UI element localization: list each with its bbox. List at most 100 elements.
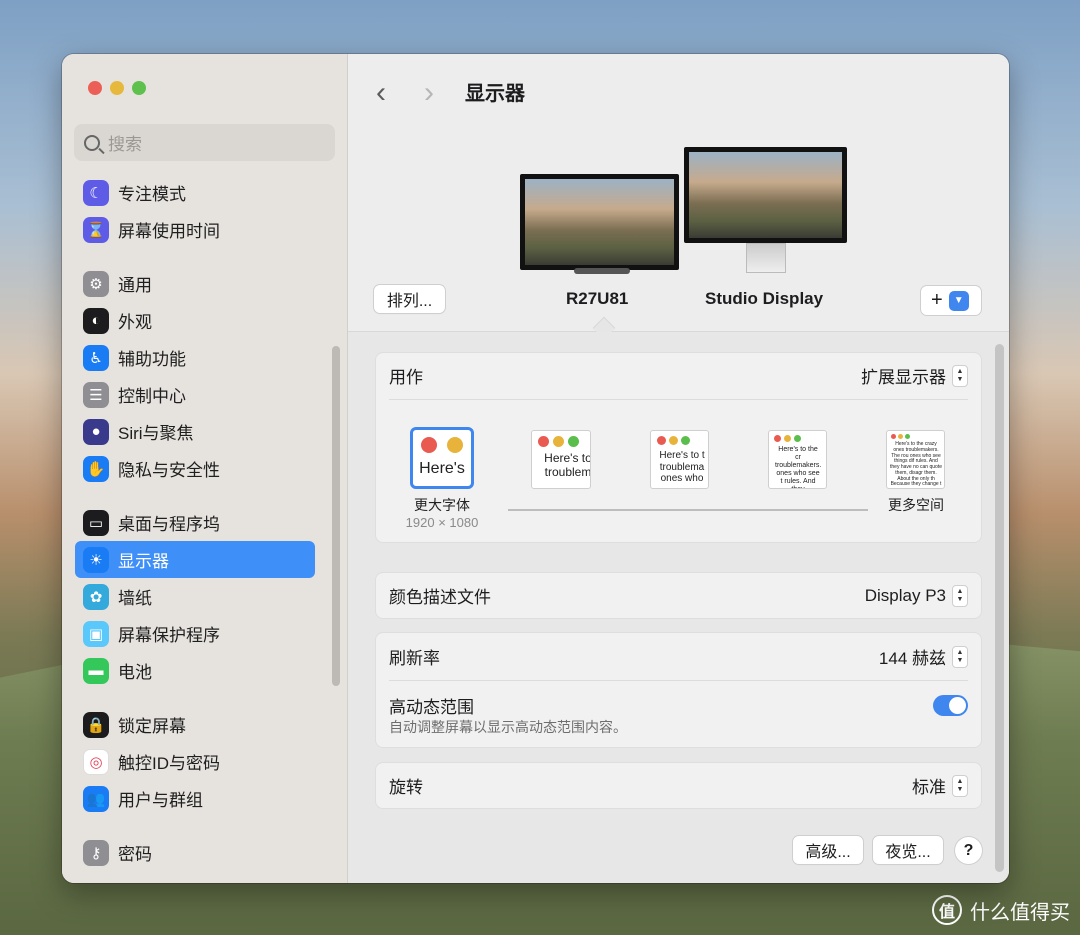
sidebar-item[interactable]: ♿ 辅助功能 — [75, 339, 315, 376]
search-placeholder: 搜索 — [108, 135, 142, 154]
sidebar-item-label: 密码 — [118, 845, 152, 864]
resolution-slider-track[interactable] — [508, 509, 868, 511]
resolution-option-2[interactable]: Here's to troublem — [531, 430, 591, 489]
sidebar-item-label: Siri与聚焦 — [118, 424, 194, 443]
chevron-down-icon[interactable]: ▼ — [948, 290, 969, 311]
sidebar-item-label: 辅助功能 — [118, 350, 186, 369]
resolution-preview-text: Here's to the crazy ones troublemakers. … — [890, 441, 942, 488]
traffic-lights — [88, 81, 146, 95]
sidebar-item[interactable]: ▬ 电池 — [75, 652, 315, 689]
use-as-value: 扩展显示器 — [861, 368, 946, 387]
settings-content: 用作 扩展显示器 ▲ ▼ Here's 更大字体 1920 × 1080 Her… — [348, 332, 1009, 883]
hdr-label: 高动态范围 — [389, 697, 474, 717]
sidebar-item-label: 显示器 — [118, 552, 169, 571]
up-down-chevron-icon: ▲ ▼ — [952, 584, 968, 607]
sidebar-item[interactable]: ⚙ 通用 — [75, 265, 315, 302]
sidebar-item-label: 专注模式 — [118, 185, 186, 204]
resolution-preview-text: Here's — [419, 460, 465, 477]
sidebar-scrollbar[interactable] — [332, 346, 340, 686]
monitor-label-r27u81: R27U81 — [566, 289, 629, 308]
flower-icon: ✿ — [83, 583, 109, 610]
sidebar-item-label: 屏幕使用时间 — [118, 222, 220, 241]
sidebar-item[interactable]: ⚷ 密码 — [75, 834, 315, 871]
sidebar-item-label: 隐私与安全性 — [118, 461, 220, 480]
fingerprint-icon: ◎ — [83, 748, 109, 775]
moon-icon: ☾ — [83, 179, 109, 206]
sidebar: 搜索 ☾ 专注模式 ⌛ 屏幕使用时间 ⚙ 通用 ◐ 外观 ♿ 辅助功能 ☰ 控制中心 ● Siri与聚焦 ✋… — [62, 54, 348, 883]
sidebar-item[interactable]: ✿ 墙纸 — [75, 578, 315, 615]
sidebar-item[interactable]: ☀ 显示器 — [75, 541, 315, 578]
sidebar-item[interactable]: ◎ 触控ID与密码 — [75, 743, 315, 780]
hourglass-icon: ⌛ — [83, 216, 109, 243]
resolution-option-3[interactable]: Here's to t troublema ones who — [650, 430, 709, 489]
sidebar-item[interactable]: 🔒 锁定屏幕 — [75, 706, 315, 743]
resolution-label: 更多空间 — [888, 497, 944, 513]
main-pane: ‹ › 显示器 排列... R27U81 Studio Display + ▼ … — [348, 54, 1009, 883]
monitor-label-studio-display: Studio Display — [705, 289, 824, 308]
users-icon: 👥 — [83, 785, 109, 812]
sidebar-item[interactable]: ⌛ 屏幕使用时间 — [75, 211, 315, 248]
hdr-description: 自动调整屏幕以显示高动态范围内容。 — [389, 719, 627, 735]
hdr-row: 高动态范围 — [389, 693, 968, 717]
resolution-option-larger-text[interactable]: Here's 更大字体 1920 × 1080 — [406, 427, 488, 530]
refresh-rate-popup[interactable]: 144 赫兹 ▲ ▼ — [879, 644, 968, 669]
night-shift-button[interactable]: 夜览... — [873, 836, 943, 864]
color-profile-label: 颜色描述文件 — [389, 588, 491, 607]
use-as-card: 用作 扩展显示器 ▲ ▼ Here's 更大字体 1920 × 1080 Her… — [375, 352, 982, 543]
watermark-logo-icon: 值 — [932, 895, 962, 925]
sidebar-item[interactable]: ◐ 外观 — [75, 302, 315, 339]
refresh-rate-label: 刷新率 — [389, 649, 440, 668]
minimize-button[interactable] — [110, 81, 124, 95]
rotation-value: 标准 — [912, 778, 946, 797]
back-arrow-icon[interactable]: ‹ — [376, 76, 386, 110]
up-down-chevron-icon: ▲ ▼ — [952, 364, 968, 387]
help-button[interactable]: ? — [955, 837, 982, 864]
color-profile-popup[interactable]: Display P3 ▲ ▼ — [865, 584, 968, 607]
monitor-studio-display[interactable] — [684, 147, 847, 243]
resolution-option-4[interactable]: Here's to the cr troublemakers. ones who… — [768, 430, 827, 489]
monitor-r27u81[interactable] — [520, 174, 679, 270]
lock-icon: 🔒 — [83, 711, 109, 738]
sidebar-item[interactable]: ✋ 隐私与安全性 — [75, 450, 315, 487]
plus-icon: + — [931, 289, 943, 311]
rotation-popup[interactable]: 标准 ▲ ▼ — [912, 773, 968, 798]
rotation-label: 旋转 — [389, 778, 423, 797]
divider — [389, 399, 968, 400]
display-header: ‹ › 显示器 排列... R27U81 Studio Display + ▼ — [348, 54, 1009, 340]
arrange-button[interactable]: 排列... — [374, 285, 445, 313]
add-display-button[interactable]: + ▼ — [921, 286, 981, 315]
siri-icon: ● — [83, 418, 109, 445]
use-as-label: 用作 — [389, 368, 423, 387]
advanced-button[interactable]: 高级... — [793, 836, 863, 864]
hdr-toggle[interactable] — [933, 694, 968, 716]
use-as-row: 用作 扩展显示器 ▲ ▼ — [389, 363, 968, 388]
sidebar-item-label: 墙纸 — [118, 589, 152, 608]
sidebar-item[interactable]: 👥 用户与群组 — [75, 780, 315, 817]
toggles-icon: ☰ — [83, 381, 109, 408]
refresh-hdr-card: 刷新率 144 赫兹 ▲ ▼ 高动态范围 自动调整屏幕以显示高动态范围内容。 — [375, 632, 982, 748]
forward-arrow-icon[interactable]: › — [424, 76, 434, 110]
color-profile-row: 颜色描述文件 Display P3 ▲ ▼ — [389, 573, 968, 618]
use-as-popup[interactable]: 扩展显示器 ▲ ▼ — [861, 363, 968, 388]
screensaver-icon: ▣ — [83, 620, 109, 647]
sidebar-item-label: 用户与群组 — [118, 791, 203, 810]
sun-icon: ☀ — [83, 546, 109, 573]
search-field[interactable]: 搜索 — [74, 124, 335, 161]
zoom-button[interactable] — [132, 81, 146, 95]
sidebar-item[interactable]: ● Siri与聚焦 — [75, 413, 315, 450]
main-scrollbar[interactable] — [995, 344, 1004, 872]
divider — [389, 680, 968, 681]
sidebar-item[interactable]: ▣ 屏幕保护程序 — [75, 615, 315, 652]
watermark: 值 什么值得买 — [932, 895, 1070, 925]
resolution-option-more-space[interactable]: Here's to the crazy ones troublemakers. … — [886, 430, 954, 515]
close-button[interactable] — [88, 81, 102, 95]
sidebar-item[interactable]: ☾ 专注模式 — [75, 174, 315, 211]
monitor-stand — [746, 243, 786, 273]
search-icon — [84, 134, 100, 151]
sidebar-list: ☾ 专注模式 ⌛ 屏幕使用时间 ⚙ 通用 ◐ 外观 ♿ 辅助功能 ☰ 控制中心 ● Siri与聚焦 ✋ 隐私与… — [75, 174, 315, 871]
sidebar-item[interactable]: ▭ 桌面与程序坞 — [75, 504, 315, 541]
sidebar-item[interactable]: ☰ 控制中心 — [75, 376, 315, 413]
rotation-row: 旋转 标准 ▲ ▼ — [389, 763, 968, 808]
